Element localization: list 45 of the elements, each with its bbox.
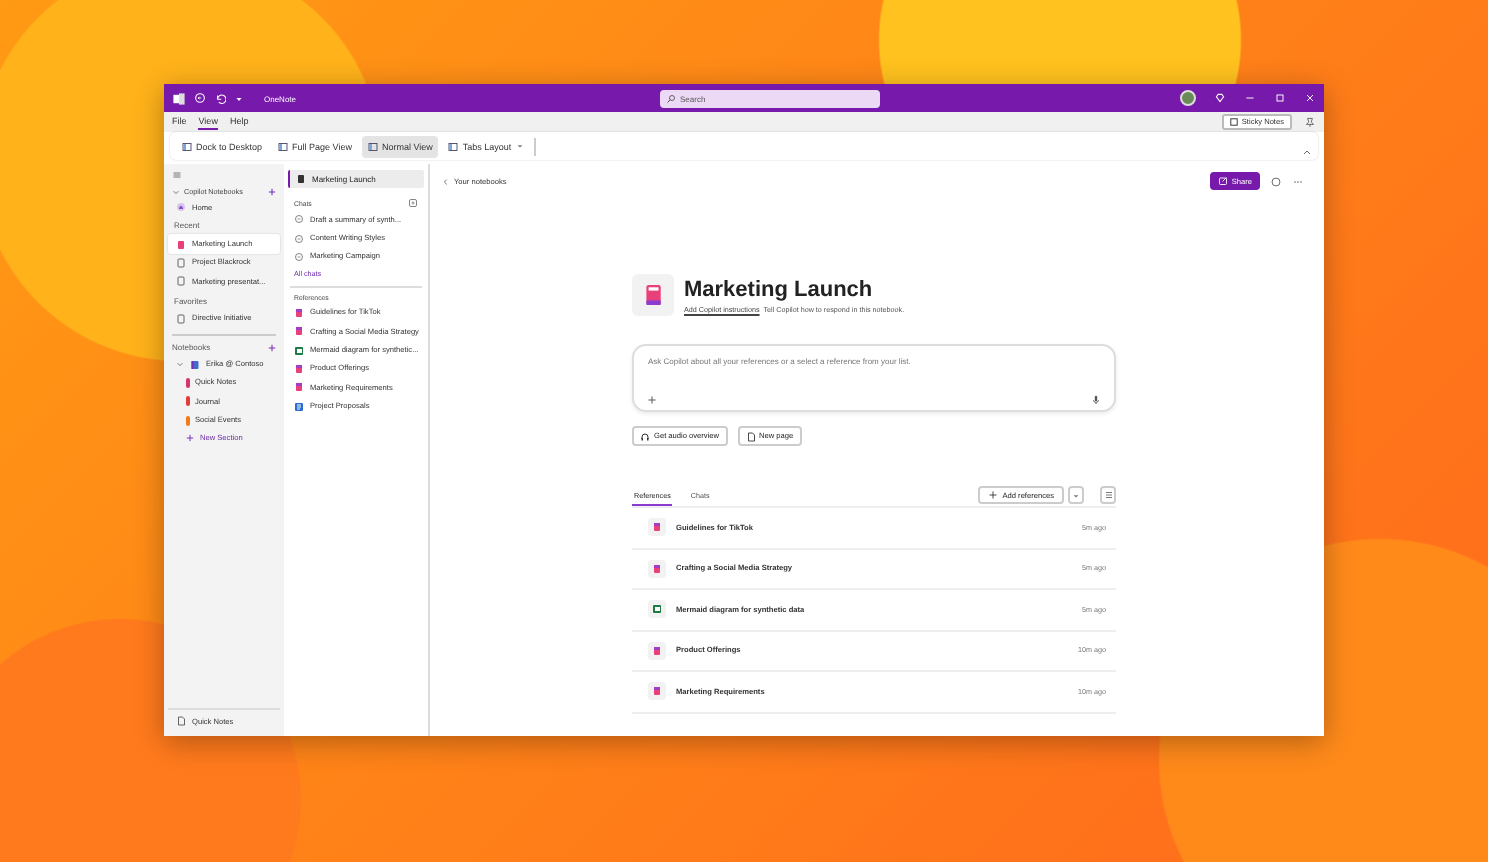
- add-icon: [268, 188, 276, 196]
- maximize-icon: [1274, 92, 1286, 104]
- close-icon: [1304, 92, 1316, 104]
- add-icon: [646, 394, 658, 406]
- caret-icon: [234, 93, 244, 103]
- notebook-icon: [296, 174, 306, 184]
- layout-icon: [278, 141, 289, 151]
- menu-icon: [172, 170, 182, 180]
- page-icon: [176, 716, 186, 726]
- app-icon: [172, 91, 186, 105]
- notebook-icon: [176, 313, 186, 324]
- list-view-button[interactable]: [1100, 486, 1116, 504]
- chat-icon: [294, 214, 304, 225]
- chevron-down-icon: [172, 188, 180, 196]
- layout-icon: [182, 141, 192, 151]
- notebook-icon: [652, 563, 662, 574]
- caret-icon: [1072, 491, 1080, 499]
- note-icon: [1229, 118, 1238, 126]
- home-icon: [176, 202, 186, 213]
- notebook-icon: [652, 686, 662, 697]
- back-icon: [194, 92, 206, 104]
- undo-icon: [214, 92, 226, 104]
- avatar[interactable]: [1180, 90, 1196, 106]
- document-icon: [294, 401, 304, 412]
- add-icon: [268, 343, 276, 352]
- notebook-icon: [190, 359, 200, 370]
- minimize-icon: [1244, 92, 1256, 104]
- layout-icon: [367, 141, 378, 151]
- diamond-icon: [1214, 92, 1226, 104]
- list-icon: [1103, 490, 1113, 500]
- notebook-drawing: [642, 282, 664, 308]
- add-icon: [988, 490, 999, 500]
- spreadsheet-icon: [652, 604, 662, 615]
- chat-icon: [294, 233, 304, 244]
- layout-icon: [448, 141, 459, 151]
- pin-icon: [1304, 116, 1316, 128]
- page-icon: [745, 431, 756, 441]
- notebook-title: Marketing Launch: [684, 277, 875, 301]
- notebook-icon: [652, 645, 662, 656]
- spreadsheet-icon: [294, 345, 304, 356]
- share-icon: [1217, 176, 1228, 186]
- add-icon: [186, 434, 194, 443]
- notebook-icon: [652, 522, 662, 533]
- headphones-icon: [640, 431, 650, 441]
- chat-icon: [294, 251, 304, 262]
